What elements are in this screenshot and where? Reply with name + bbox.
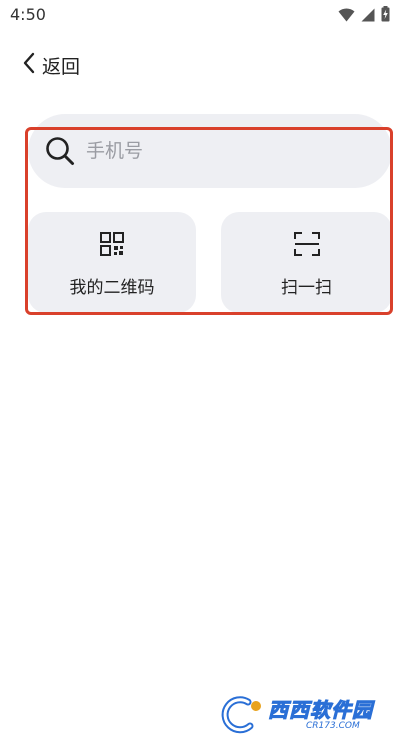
- battery-charging-icon: [381, 6, 390, 26]
- watermark-sub-text: CR173.COM: [306, 721, 360, 731]
- watermark-main-text: 西西软件园: [268, 698, 373, 722]
- back-label: 返回: [42, 55, 81, 78]
- status-icons: [338, 6, 390, 26]
- watermark-text: 西西软件园 CR173.COM: [268, 698, 373, 732]
- highlight-annotation-box: [25, 127, 393, 315]
- watermark-logo-icon: [218, 696, 266, 734]
- watermark: 西西软件园 CR173.COM: [218, 694, 398, 736]
- status-bar: 4:50: [0, 0, 418, 30]
- wifi-icon: [338, 7, 355, 26]
- back-button[interactable]: 返回: [22, 50, 80, 80]
- chevron-left-icon: [22, 52, 36, 78]
- signal-icon: [361, 7, 375, 26]
- status-time: 4:50: [10, 5, 46, 24]
